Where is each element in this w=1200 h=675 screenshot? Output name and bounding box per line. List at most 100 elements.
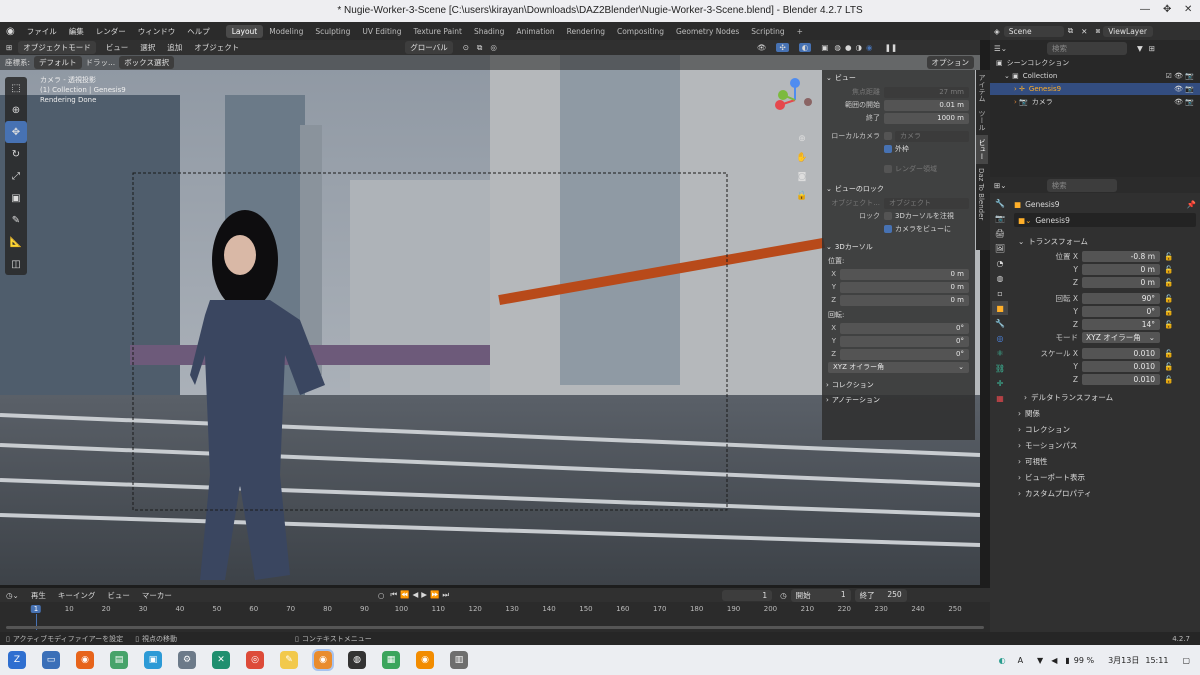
cursor-rotation-z[interactable]: 0° bbox=[840, 348, 969, 360]
render-region-checkbox[interactable] bbox=[884, 165, 892, 173]
proportional-edit-icon[interactable]: ◎ bbox=[490, 43, 497, 52]
location-y-field[interactable]: 0 m bbox=[1082, 263, 1160, 275]
menu-add[interactable]: 追加 bbox=[161, 42, 188, 53]
scene-selector[interactable]: Scene bbox=[1003, 25, 1064, 37]
move-tool-icon[interactable]: ✥ bbox=[5, 121, 27, 143]
motion-paths-header[interactable]: › モーションパス bbox=[1014, 437, 1196, 453]
tab-tool[interactable]: ツール bbox=[976, 106, 988, 135]
tab-uv-editing[interactable]: UV Editing bbox=[356, 25, 407, 38]
shading-wireframe-icon[interactable]: ◍ bbox=[834, 43, 841, 52]
gizmo-toggle-icon[interactable]: ✣ bbox=[776, 43, 789, 52]
scale-y-field[interactable]: 0.010 bbox=[1082, 360, 1160, 372]
navigation-gizmo[interactable] bbox=[770, 75, 820, 125]
scale-x-field[interactable]: 0.010 bbox=[1082, 347, 1160, 359]
menu-playback[interactable]: 再生 bbox=[25, 590, 52, 601]
notes-icon[interactable]: ✎ bbox=[280, 651, 298, 669]
shading-solid-icon[interactable]: ● bbox=[845, 43, 852, 52]
outer-frame-checkbox[interactable] bbox=[884, 145, 892, 153]
tab-modeling[interactable]: Modeling bbox=[263, 25, 309, 38]
overlay-toggle-icon[interactable]: ◐ bbox=[798, 43, 812, 52]
shading-material-icon[interactable]: ◑ bbox=[856, 43, 863, 52]
lock-object-field[interactable]: オブジェクト bbox=[884, 197, 969, 209]
clip-end-field[interactable]: 1000 m bbox=[884, 112, 969, 124]
blender-taskbar-icon[interactable]: ◉ bbox=[312, 649, 334, 671]
obs-icon[interactable]: ◍ bbox=[348, 651, 366, 669]
menu-help[interactable]: ヘルプ bbox=[181, 26, 216, 37]
menu-render[interactable]: レンダー bbox=[90, 26, 132, 37]
properties-search[interactable]: 検索 bbox=[1046, 178, 1117, 192]
world-props-icon[interactable]: ◍ bbox=[992, 271, 1008, 285]
select-box-tool-icon[interactable]: ⬚ bbox=[5, 77, 27, 99]
local-camera-field[interactable]: カメラ bbox=[895, 130, 969, 142]
cursor-location-x[interactable]: 0 m bbox=[840, 268, 969, 280]
menu-marker[interactable]: マーカー bbox=[136, 590, 178, 601]
texture-props-icon[interactable]: ▦ bbox=[992, 391, 1008, 405]
battery-icon[interactable]: ▮ bbox=[1065, 656, 1069, 665]
constraints-props-icon[interactable]: ⛓ bbox=[992, 361, 1008, 375]
xray-icon[interactable]: ▣ bbox=[821, 43, 828, 52]
xbox-icon[interactable]: ✕ bbox=[212, 651, 230, 669]
tab-rendering[interactable]: Rendering bbox=[561, 25, 611, 38]
modifier-props-icon[interactable]: 🔧 bbox=[992, 316, 1008, 330]
playback-controls[interactable]: ⏮⏪◀▶⏩⏭ bbox=[390, 590, 452, 600]
mode-dropdown[interactable]: オブジェクトモード bbox=[18, 41, 96, 54]
rotation-y-field[interactable]: 0° bbox=[1082, 305, 1160, 317]
delta-transform-header[interactable]: › デルタトランスフォーム bbox=[1014, 389, 1196, 405]
object-props-icon[interactable]: ■ bbox=[992, 301, 1008, 315]
cursor-tool-icon[interactable]: ⊕ bbox=[5, 99, 27, 121]
camera-to-view-checkbox[interactable] bbox=[884, 225, 892, 233]
transform-orientation-dropdown[interactable]: デフォルト bbox=[34, 56, 82, 69]
location-z-field[interactable]: 0 m bbox=[1082, 276, 1160, 288]
cursor-rotation-y[interactable]: 0° bbox=[840, 335, 969, 347]
render-props-icon[interactable]: 📷 bbox=[992, 211, 1008, 225]
lock-cursor-checkbox[interactable] bbox=[884, 212, 892, 220]
annotate-tool-icon[interactable]: ✎ bbox=[5, 209, 27, 231]
menu-edit[interactable]: 編集 bbox=[63, 26, 90, 37]
files-icon[interactable]: ▤ bbox=[110, 651, 128, 669]
outliner-search[interactable]: 検索 bbox=[1047, 41, 1128, 55]
timeline-ruler[interactable]: 1 10 20 30 40 50 60 70 80 90 100 110 120 130 140 150 160… bbox=[0, 602, 990, 630]
workspace-switcher-icon[interactable]: ▭ bbox=[42, 651, 60, 669]
shading-rendered-icon[interactable]: ◉ bbox=[866, 43, 873, 52]
view-layer-icon[interactable]: ⧈ bbox=[1095, 26, 1100, 36]
new-collection-icon[interactable]: ⊞ bbox=[1149, 44, 1155, 53]
custom-properties-header[interactable]: › カスタムプロパティ bbox=[1014, 485, 1196, 501]
timeline-editor-icon[interactable]: ◷⌄ bbox=[6, 591, 19, 600]
transform-panel-header[interactable]: ⌄ トランスフォーム bbox=[1014, 233, 1196, 249]
blender-launcher-icon[interactable]: ◉ bbox=[416, 651, 434, 669]
app-menu-icon[interactable]: Z bbox=[8, 651, 26, 669]
view-layer-selector[interactable]: ViewLayer bbox=[1103, 25, 1154, 37]
tab-shading[interactable]: Shading bbox=[468, 25, 510, 38]
view-lock-header[interactable]: ⌄ ビューのロック bbox=[822, 181, 975, 196]
tab-animation[interactable]: Animation bbox=[510, 25, 560, 38]
frame-start-field[interactable]: 開始 1 bbox=[790, 588, 851, 602]
cursor-location-z[interactable]: 0 m bbox=[840, 294, 969, 306]
tray-app-icon[interactable]: ◐ bbox=[999, 656, 1006, 665]
files-2-icon[interactable]: ▥ bbox=[450, 651, 468, 669]
menu-keying[interactable]: キーイング bbox=[52, 590, 102, 601]
time[interactable]: 15:11 bbox=[1145, 656, 1168, 665]
tab-view[interactable]: ビュー bbox=[976, 135, 988, 164]
select-mode-dropdown[interactable]: ボックス選択 bbox=[119, 56, 174, 69]
remove-scene-icon[interactable]: ✕ bbox=[1081, 27, 1087, 36]
transform-tool-icon[interactable]: ▣ bbox=[5, 187, 27, 209]
tab-texture-paint[interactable]: Texture Paint bbox=[408, 25, 468, 38]
add-cube-tool-icon[interactable]: ◫ bbox=[5, 253, 27, 275]
object-data-name-field[interactable]: ■⌄ Genesis9 bbox=[1014, 213, 1196, 227]
menu-file[interactable]: ファイル bbox=[21, 26, 63, 37]
collection-props-icon[interactable]: ▫ bbox=[992, 286, 1008, 300]
show-desktop-icon[interactable]: ▢ bbox=[1182, 656, 1190, 665]
collection-panel-header[interactable]: › コレクション bbox=[822, 377, 975, 392]
zoom-icon[interactable]: ⊕ bbox=[795, 130, 809, 149]
clock-icon[interactable]: ◷ bbox=[780, 591, 787, 600]
scene-collection-row[interactable]: ▣ シーンコレクション bbox=[996, 57, 1200, 69]
blender-logo-icon[interactable]: ◉ bbox=[0, 26, 21, 37]
scene-icon[interactable]: ◈ bbox=[994, 27, 1000, 36]
properties-editor-icon[interactable]: ⊞⌄ bbox=[994, 181, 1007, 190]
visibility-header[interactable]: › 可視性 bbox=[1014, 453, 1196, 469]
wifi-icon[interactable]: ▼ bbox=[1037, 656, 1043, 665]
display-mode-icon[interactable]: ☰⌄ bbox=[994, 44, 1007, 53]
timeline-scrollbar[interactable] bbox=[6, 626, 984, 629]
tool-props-icon[interactable]: 🔧 bbox=[992, 196, 1008, 210]
particles-props-icon[interactable]: ◎ bbox=[992, 331, 1008, 345]
